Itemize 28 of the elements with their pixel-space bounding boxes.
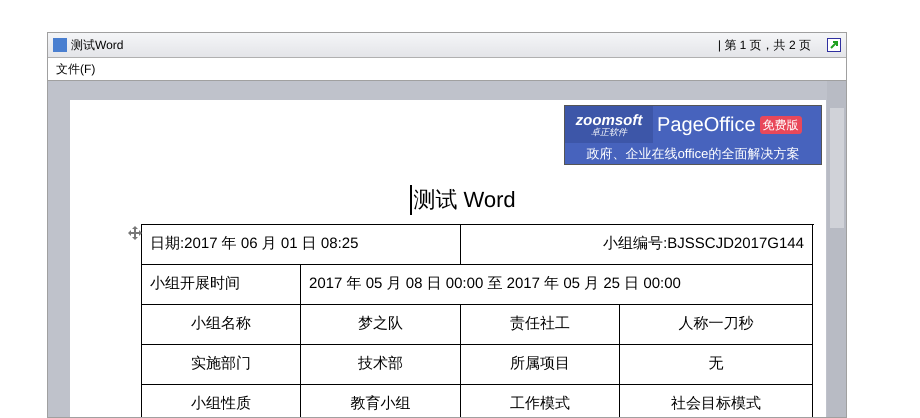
app-icon — [53, 38, 67, 52]
window-title: 测试Word — [71, 37, 124, 54]
table-cell: 日期:2017 年 06 月 01 日 08:25 — [141, 225, 461, 265]
badge: 免费版 — [760, 116, 802, 134]
product-name: PageOffice — [657, 112, 756, 138]
table-cell: 工作模式 — [461, 385, 620, 417]
table-cell: 责任社工 — [461, 305, 620, 345]
document-title: 测试 Word — [410, 185, 516, 215]
table-cell: 教育小组 — [301, 385, 461, 417]
slogan: 政府、企业在线office的全面解决方案 — [586, 145, 800, 163]
page-indicator: | 第 1 页，共 2 页 — [718, 37, 811, 54]
table-cell: 实施部门 — [141, 345, 301, 385]
move-handle-icon[interactable] — [128, 226, 142, 240]
table-cell: 小组编号:BJSSCJD2017G144 — [461, 225, 813, 265]
table-cell: 技术部 — [301, 345, 461, 385]
table-cell: 小组开展时间 — [141, 265, 301, 305]
logo: zoomsoft 卓正软件 — [565, 106, 653, 143]
scrollbar[interactable] — [827, 81, 846, 417]
table-cell: 无 — [620, 345, 813, 385]
table-cell: 梦之队 — [301, 305, 461, 345]
expand-icon[interactable] — [827, 38, 841, 52]
table-cell: 所属项目 — [461, 345, 620, 385]
table-cell: 人称一刀秒 — [620, 305, 813, 345]
table-cell: 2017 年 05 月 08 日 00:00 至 2017 年 05 月 25 日 00:00 — [301, 265, 813, 305]
table-cell: 社会目标模式 — [620, 385, 813, 417]
menu-item[interactable]: 文件(F) — [56, 60, 96, 78]
table-cell: 小组名称 — [141, 305, 301, 345]
table-cell: 小组性质 — [141, 385, 301, 417]
